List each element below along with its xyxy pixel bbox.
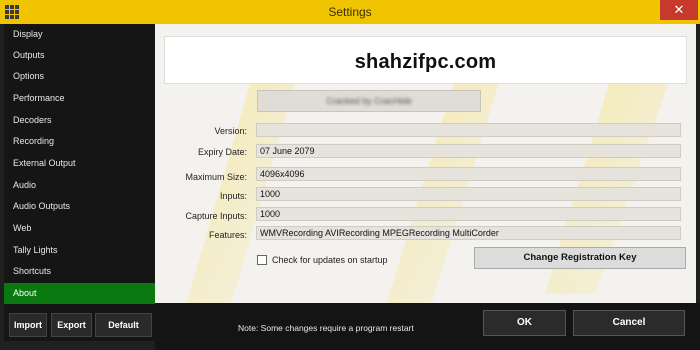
sidebar-item-label: Decoders: [13, 115, 52, 125]
maximum-size-label: Maximum Size:: [185, 172, 247, 182]
inputs-field: 1000: [256, 187, 681, 201]
window-title: Settings: [328, 5, 372, 19]
close-button[interactable]: ✕: [660, 0, 698, 20]
version-field: [256, 123, 681, 137]
inputs-label: Inputs:: [219, 191, 247, 201]
capture-inputs-field: 1000: [256, 207, 681, 221]
sidebar-item-tally-lights[interactable]: Tally Lights: [4, 240, 155, 261]
sidebar-item-label: Tally Lights: [13, 245, 58, 255]
cancel-button[interactable]: Cancel: [573, 310, 685, 336]
sidebar-item-display[interactable]: Display: [4, 24, 155, 45]
check-updates-option[interactable]: Check for updates on startup: [257, 254, 388, 266]
sidebar-item-decoders[interactable]: Decoders: [4, 110, 155, 131]
sidebar-item-recording[interactable]: Recording: [4, 131, 155, 152]
sidebar-item-label: About: [13, 288, 37, 298]
sidebar-item-label: Web: [13, 223, 32, 233]
settings-window: Settings ✕ Display Outputs Options Perfo…: [0, 0, 700, 350]
version-label: Version:: [214, 126, 247, 136]
sidebar-item-audio-outputs[interactable]: Audio Outputs: [4, 196, 155, 217]
sidebar-item-web[interactable]: Web: [4, 218, 155, 239]
sidebar-item-label: Options: [13, 71, 45, 81]
sidebar-item-performance[interactable]: Performance: [4, 88, 155, 109]
sidebar: Display Outputs Options Performance Deco…: [4, 24, 155, 341]
registration-name: Cracked by CracHide: [326, 96, 412, 106]
default-button[interactable]: Default: [95, 313, 152, 337]
watermark-box: shahzifpc.com: [164, 36, 687, 84]
import-button[interactable]: Import: [9, 313, 47, 337]
expiry-date-label: Expiry Date:: [197, 147, 247, 157]
capture-inputs-label: Capture Inputs:: [185, 211, 247, 221]
sidebar-item-options[interactable]: Options: [4, 66, 155, 87]
sidebar-item-external-output[interactable]: External Output: [4, 153, 155, 174]
features-field: WMVRecording AVIRecording MPEGRecording …: [256, 226, 681, 240]
sidebar-item-label: Audio Outputs: [13, 201, 71, 211]
check-updates-checkbox[interactable]: [257, 255, 267, 265]
ok-button[interactable]: OK: [483, 310, 566, 336]
sidebar-item-audio[interactable]: Audio: [4, 175, 155, 196]
change-registration-key-button[interactable]: Change Registration Key: [474, 247, 686, 269]
close-icon: ✕: [673, 2, 685, 17]
sidebar-item-label: Performance: [13, 93, 65, 103]
maximum-size-field: 4096x4096: [256, 167, 681, 181]
sidebar-item-outputs[interactable]: Outputs: [4, 45, 155, 66]
sidebar-item-label: External Output: [13, 158, 76, 168]
sidebar-item-label: Shortcuts: [13, 266, 52, 276]
sidebar-item-shortcuts[interactable]: Shortcuts: [4, 261, 155, 282]
about-panel: shahzifpc.com Cracked by CracHide Versio…: [155, 24, 696, 309]
sidebar-item-label: Recording: [13, 136, 55, 146]
features-label: Features:: [208, 230, 247, 240]
footer-bar: Note: Some changes require a program res…: [155, 303, 700, 350]
sidebar-item-label: Outputs: [13, 50, 45, 60]
title-bar[interactable]: Settings ✕: [0, 0, 700, 24]
expiry-date-field: 07 June 2079: [256, 144, 681, 158]
sidebar-item-label: Display: [13, 29, 43, 39]
check-updates-label: Check for updates on startup: [272, 255, 388, 265]
restart-note: Note: Some changes require a program res…: [238, 323, 414, 333]
export-button[interactable]: Export: [51, 313, 92, 337]
registration-name-box: Cracked by CracHide: [257, 90, 481, 112]
sidebar-item-about[interactable]: About: [4, 283, 155, 304]
watermark-text: shahzifpc.com: [354, 51, 497, 73]
sidebar-item-label: Audio: [13, 180, 37, 190]
